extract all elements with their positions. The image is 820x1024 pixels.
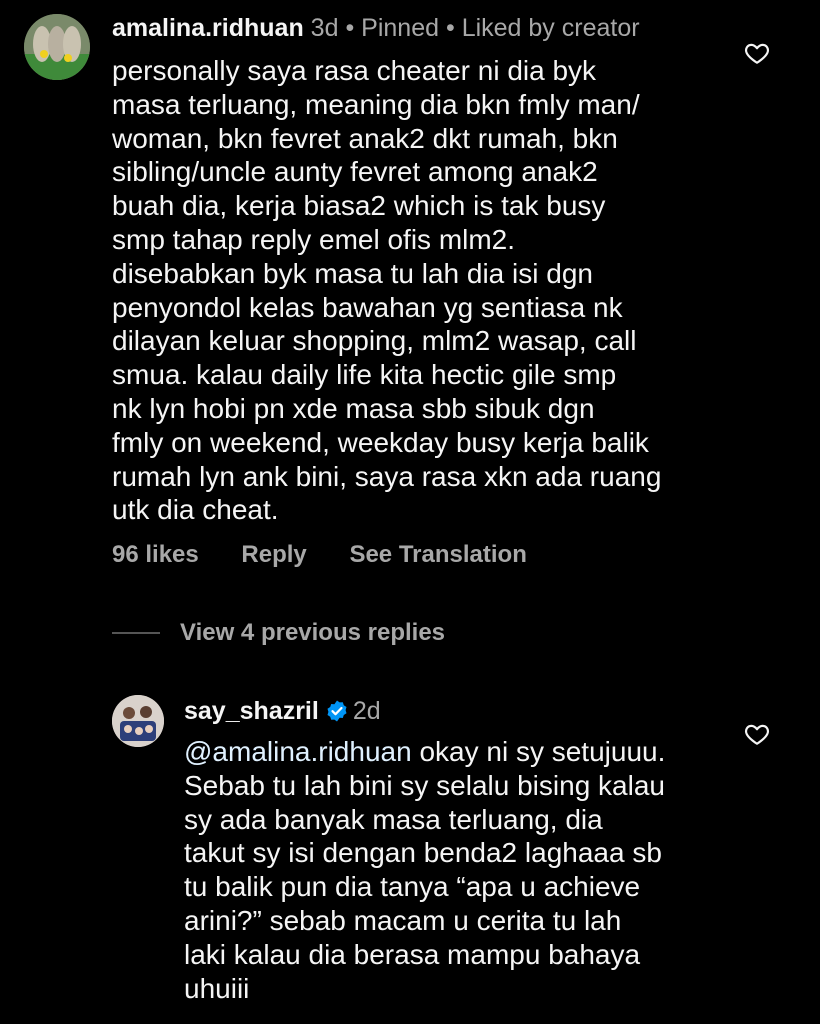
comment-line: disebabkan byk masa tu lah dia isi dgn [112,257,593,289]
comment-line: personally saya rasa cheater ni dia byk [112,55,597,86]
avatar[interactable] [112,695,164,747]
reply-line-rest: okay ni sy setujuuu. [411,736,666,767]
reply-line: Sebab tu lah bini sy selalu bising kalau [184,769,665,801]
reply-line: arini?” sebab macam u cerita tu lah [184,904,622,936]
reply-line: sy ada banyak masa terluang, dia [184,803,603,835]
username[interactable]: amalina.ridhuan [112,14,304,42]
comment-line: utk dia cheat. [112,494,279,526]
comment-line: rumah lyn ank bini, saya rasa xkn ada ru… [112,460,662,492]
comment-actions: 96 likes Reply See Translation [112,541,563,569]
comment-line: fmly on weekend, weekday busy kerja bali… [112,426,649,458]
timestamp: 2d [352,697,381,725]
mention-link[interactable]: @amalina.ridhuan [184,736,412,767]
comment-line: woman, bkn fevret anak2 dkt rumah, bkn [112,122,618,154]
avatar-image [24,14,90,80]
comment-line: masa terluang, meaning dia bkn fmly man/ [112,88,640,120]
comment-line: dilayan keluar shopping, mlm2 wasap, cal… [112,325,637,357]
reply-header: say_shazril 2d [184,696,381,726]
verified-badge-icon [327,700,347,722]
divider-line [112,632,160,634]
comment-line: buah dia, kerja biasa2 which is tak busy [112,190,606,222]
comment-line: sibling/uncle aunty fevret among anak2 [112,156,598,188]
reply-line: takut sy isi dengan benda2 laghaaa sb [184,837,662,869]
heart-outline-icon[interactable] [744,40,770,66]
avatar-image [112,695,164,747]
heart-outline-icon[interactable] [744,721,770,747]
liked-by-creator-label: Liked by creator [461,14,640,42]
reply-text: @amalina.ridhuan okay ni sy setujuuu. Se… [184,735,665,1005]
likes-count[interactable]: 96 likes [112,541,199,568]
pinned-label: Pinned [361,14,440,42]
comment-text: personally saya rasa cheater ni dia byk … [112,54,661,527]
comment-line: penyondol kelas bawahan yg sentiasa nk [112,291,623,323]
separator-dot: • [445,14,455,42]
reply-line: uhuiii [184,972,250,1004]
reply-line: @amalina.ridhuan okay ni sy setujuuu. [184,735,665,769]
view-previous-replies[interactable]: View 4 previous replies [112,618,445,648]
see-translation-button[interactable]: See Translation [349,541,526,568]
avatar[interactable] [24,14,90,80]
comment-line: smp tahap reply emel ofis mlm2. [112,223,516,255]
reply-line: tu balik pun dia tanya “apa u achieve [184,871,641,903]
comment-line: smua. kalau daily life kita hectic gile … [112,359,617,391]
timestamp: 3d [310,14,339,42]
reply-line: laki kalau dia berasa mampu bahaya [184,938,641,970]
view-replies-label: View 4 previous replies [180,619,446,646]
comment-line: nk lyn hobi pn xde masa sbb sibuk dgn [112,392,595,424]
separator-dot: • [345,14,355,42]
comment-header: amalina.ridhuan 3d • Pinned • Liked by c… [112,13,640,43]
reply-button[interactable]: Reply [241,541,306,568]
username[interactable]: say_shazril [184,697,319,725]
